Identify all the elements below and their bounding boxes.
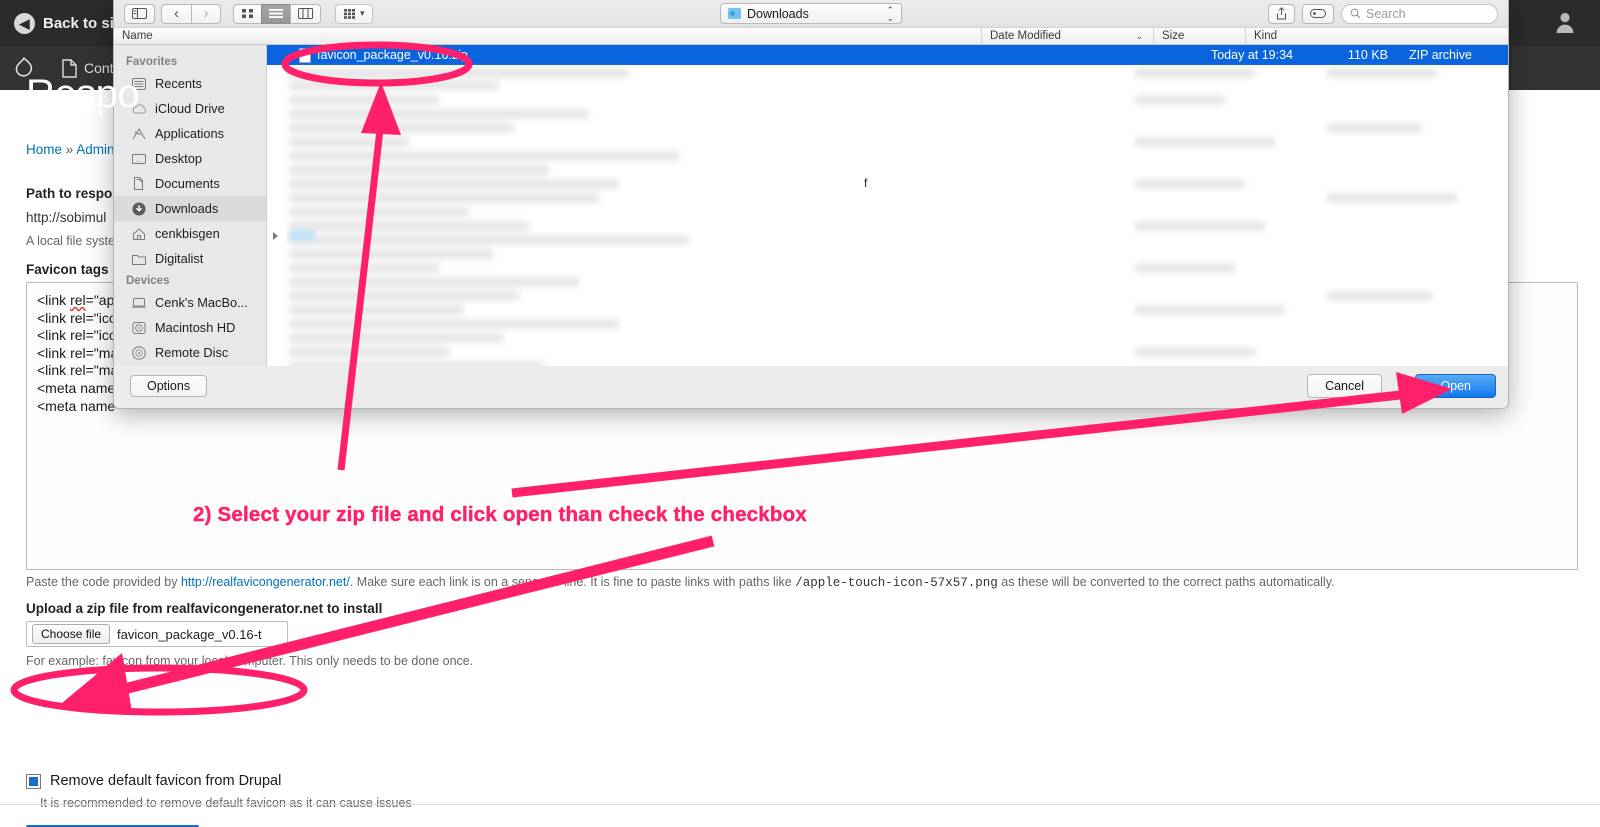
- page-title: Respo: [26, 72, 140, 116]
- annotation-text: 2) Select your zip file and click open t…: [193, 503, 807, 526]
- annotation-arrow-to-checkbox: [62, 535, 715, 712]
- annotation-arrow-to-file: [337, 82, 401, 471]
- annotation-overlay: [10, 41, 1452, 716]
- annotation-arrow-to-open: [511, 372, 1452, 498]
- annotation-ellipse-file: [281, 41, 473, 87]
